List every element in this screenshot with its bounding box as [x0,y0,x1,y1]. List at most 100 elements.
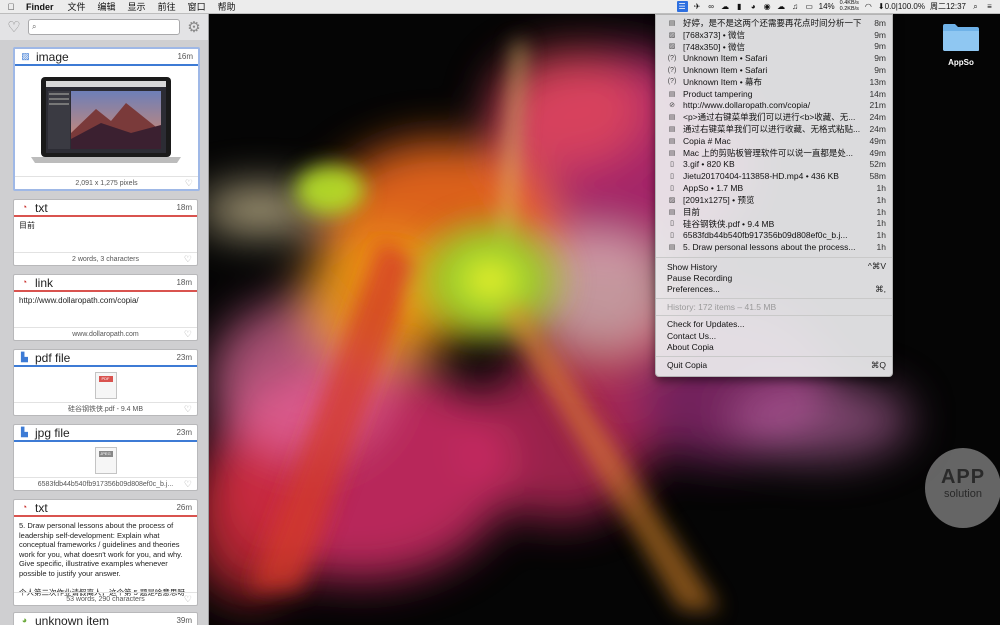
unknown-icon: (?) [667,66,677,74]
menu-edit[interactable]: 编辑 [92,0,122,13]
menu-view[interactable]: 显示 [122,0,152,13]
favorite-heart-icon[interactable]: ♡ [185,178,193,189]
link-icon: ⊘ [669,102,675,110]
clip-card-text[interactable]: ◔ txt 18m 目前 2 words, 3 characters ♡ [13,199,198,266]
menu-extras: ☰ ✈ ∞ ☁ ▮ ◕ ◉ ☁ ♫ ▭ 14% 0.4KB/s 0.2KB/s … [676,0,994,13]
history-item-age: 49m [869,135,886,146]
check-updates-item[interactable]: Check for Updates... [667,319,886,330]
quit-copia-item[interactable]: Quit Copia ⌘Q [667,360,886,371]
history-item[interactable]: (?) Unknown Item • Safari 9m [656,64,892,76]
card-age: 23m [176,428,192,437]
menu-window[interactable]: 窗口 [182,0,212,13]
history-item-age: 49m [869,147,886,158]
qq-icon[interactable]: ◕ [749,2,758,11]
watermark-line2: solution [944,488,982,500]
clip-card-unknown[interactable]: ◕ unknown item 39m [13,612,198,625]
history-item[interactable]: ▯ 硅谷钢铁侠.pdf • 9.4 MB 1h [656,218,892,230]
preferences-item[interactable]: Preferences... ⌘, [667,284,886,295]
history-item[interactable]: ▯ AppSo • 1.7 MB 1h [656,182,892,194]
favorites-heart-icon[interactable]: ♡ [6,18,22,36]
doc-icon: ▤ [668,126,676,134]
apple-menu-icon[interactable]:  [0,2,22,12]
clip-card-pdf[interactable]: ▙ pdf file 23m PDF 硅谷钢铁侠.pdf - 9.4 MB ♡ [13,349,198,416]
history-item-text: Copia # Mac [683,135,731,146]
battery-icon[interactable]: ▭ [805,2,814,11]
history-item[interactable]: ▤ Copia # Mac 49m [656,135,892,147]
cloud-icon[interactable]: ☁ [721,2,730,11]
search-input[interactable]: ⌕ [28,19,180,35]
history-item[interactable]: ▯ 6583fdb44b540fb917356b09d808ef0c_b.j...… [656,229,892,241]
favorite-heart-icon[interactable]: ♡ [184,254,192,265]
copia-menu-icon[interactable]: ☰ [676,1,688,12]
menu-command-label: Contact Us... [667,330,717,341]
laptop-screenshot-thumbnail [31,73,181,169]
wifi-icon[interactable]: ◠ [864,2,873,11]
menu-separator [656,314,892,316]
history-item[interactable]: ⊘ http://www.dollaropath.com/copia/21m [656,100,892,112]
clip-card-text-long[interactable]: ◔ txt 26m 5. Draw personal lessons about… [13,499,198,606]
net-down: 0.2KB/s [839,5,859,12]
favorite-heart-icon[interactable]: ♡ [184,479,192,490]
cloud-2-icon[interactable]: ☁ [777,2,786,11]
menu-go[interactable]: 前往 [152,0,182,13]
about-copia-item[interactable]: About Copia [667,342,886,353]
bookmark-icon[interactable]: ▮ [735,2,744,11]
menu-file[interactable]: 文件 [62,0,92,13]
history-item[interactable]: ▤ 5. Draw personal lessons about the proc… [656,241,892,253]
history-item-age: 13m [869,76,886,87]
history-item[interactable]: ▯ 3.gif • 820 KB 52m [656,159,892,171]
notification-icon[interactable]: ≡ [985,2,994,11]
show-history-item[interactable]: Show History ^⌘V [667,261,886,272]
bluetooth-status[interactable]: ⬇0.0|100.0% [878,2,925,11]
history-item[interactable]: ▨ [748x350] • 微信 9m [656,41,892,53]
history-item-age: 24m [869,124,886,135]
pdf-document-icon: PDF [94,372,117,399]
history-item[interactable]: ▤ <p>通过右键菜单我们可以进行<b>收藏、无... 24m [656,111,892,123]
glasses-icon[interactable]: ∞ [707,2,716,11]
history-item-text: [768x373] • 微信 [683,29,746,40]
pin-icon[interactable]: ✈ [693,2,702,11]
clock[interactable]: 周二12:37 [930,1,966,12]
contact-us-item[interactable]: Contact Us... [667,330,886,341]
history-item[interactable]: ▨ [768x373] • 微信 9m [656,29,892,41]
menu-app-name[interactable]: Finder [22,2,62,12]
history-item-text: 6583fdb44b540fb917356b09d808ef0c_b.j... [683,230,848,241]
chat-icon[interactable]: ◉ [763,2,772,11]
card-type: jpg file [35,425,70,440]
menu-help[interactable]: 帮助 [212,0,242,13]
favorite-heart-icon[interactable]: ♡ [184,594,192,605]
history-item[interactable]: ▤ 目前 1h [656,206,892,218]
history-item-age: 52m [869,159,886,170]
menu-command-label: Quit Copia [667,360,708,371]
history-item[interactable]: ▤ 好婷，是不是这两个还需要再花点时间分析一下 8m [656,17,892,29]
history-item-text: http://www.dollaropath.com/copia/ [683,100,811,111]
history-item-age: 9m [874,53,886,64]
search-icon[interactable]: ⌕ [971,2,980,11]
card-footer-text: 2 words, 3 characters [72,255,139,263]
menu-shortcut: ⌘, [875,283,886,294]
history-item[interactable]: ▯ Jietu20170404-113858-HD.mp4 • 436 KB 58m [656,170,892,182]
history-item[interactable]: ▨ [2091x1275] • 预览 1h [656,194,892,206]
history-item[interactable]: ▤ Product tampering 14m [656,88,892,100]
history-item-age: 21m [869,100,886,111]
clip-card-jpg[interactable]: ▙ jpg file 23m JPEG 6583fdb44b540fb91735… [13,424,198,491]
file-icon: ▯ [670,161,674,169]
card-footer-text: www.dollaropath.com [72,330,139,338]
image-icon: ▨ [668,43,676,51]
settings-gear-icon[interactable]: ⚙ [186,18,202,36]
favorite-heart-icon[interactable]: ♡ [184,404,192,415]
history-item[interactable]: (?) Unknown Item • Safari 9m [656,52,892,64]
favorite-heart-icon[interactable]: ♡ [184,329,192,340]
clip-card-link[interactable]: ◔ link 18m http://www.dollaropath.com/co… [13,274,198,341]
pause-recording-item[interactable]: Pause Recording [667,272,886,283]
file-icon: ▯ [670,173,674,181]
history-item[interactable]: ▤ 通过右键菜单我们可以进行收藏、无格式粘贴... 24m [656,123,892,135]
file-icon: ▯ [670,220,674,228]
history-item[interactable]: ▤ Mac 上的剪贴板管理软件可以说一直都是处... 49m [656,147,892,159]
history-item[interactable]: (?) Unknown Item • 幕布 13m [656,76,892,88]
history-item-age: 1h [876,218,886,229]
file-icon: ▙ [21,427,28,437]
desktop-folder-appso[interactable]: AppSo [942,22,980,67]
headphones-icon[interactable]: ♫ [791,2,800,11]
clip-card-image[interactable]: ▨ image 16m 2,091 x 1,275 pixels ♡ [13,47,200,191]
